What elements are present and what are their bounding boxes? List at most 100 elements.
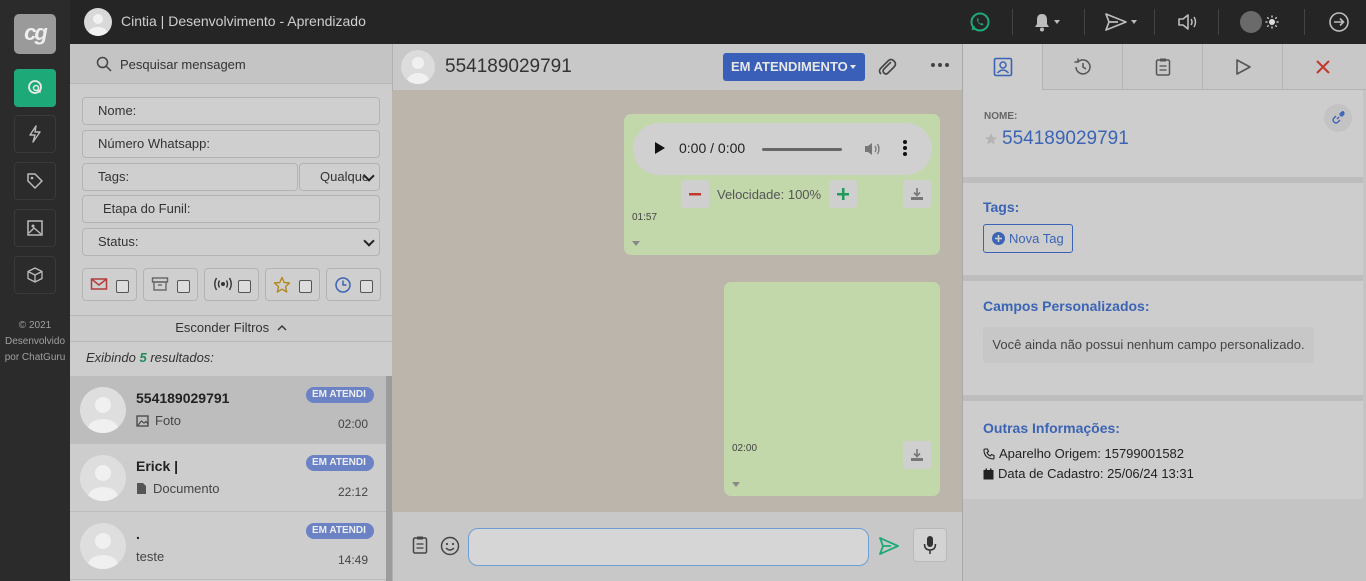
message-search	[70, 44, 392, 84]
send-icon[interactable]	[878, 536, 900, 556]
search-icon	[96, 56, 112, 72]
sun-icon	[1265, 15, 1279, 29]
message-input[interactable]	[468, 528, 869, 566]
filter-nome[interactable]: Nome:	[82, 97, 380, 125]
audio-time: 0:00 / 0:00	[679, 140, 746, 156]
mail-icon	[90, 278, 108, 290]
plus-circle-icon	[992, 232, 1005, 245]
contact-name: 554189029791	[984, 128, 1129, 150]
whatsapp-button[interactable]	[969, 8, 991, 36]
contact-details-panel: NOME: 554189029791 Tags: Nova Tag Campos…	[962, 44, 1366, 581]
status-badge: EM ATENDI	[306, 455, 374, 471]
tags-mode-select[interactable]: Qualque	[299, 163, 380, 191]
theme-toggle[interactable]	[1240, 8, 1279, 36]
volume-icon[interactable]	[864, 141, 882, 157]
audio-progress[interactable]	[762, 148, 842, 151]
checkbox[interactable]	[299, 280, 312, 293]
new-tag-button[interactable]: Nova Tag	[983, 224, 1073, 253]
hide-filters-toggle[interactable]: Esconder Filtros	[70, 315, 392, 342]
download-button[interactable]	[903, 441, 931, 469]
checkbox[interactable]	[116, 280, 129, 293]
message-area: 0:00 / 0:00 Velocidade: 100% 01:57 02:00	[392, 90, 962, 512]
filter-archived-chip[interactable]	[143, 268, 198, 301]
user-avatar[interactable]	[84, 8, 112, 36]
speed-decrease-button[interactable]	[681, 180, 709, 208]
attendance-status-button[interactable]: EM ATENDIMENTO	[723, 53, 865, 81]
chat-list-item[interactable]: Erick | Documento EM ATENDI 22:12	[70, 444, 386, 512]
microphone-icon	[923, 536, 937, 554]
star-icon[interactable]	[984, 132, 998, 146]
box-icon	[27, 267, 43, 283]
image-icon	[136, 414, 149, 427]
close-panel-button[interactable]	[1283, 44, 1363, 90]
download-button[interactable]	[903, 180, 931, 208]
filter-favorites-chip[interactable]	[265, 268, 320, 301]
play-icon[interactable]	[655, 142, 665, 154]
history-icon	[1074, 58, 1091, 75]
last-message-text: teste	[136, 549, 165, 564]
contact-name-value[interactable]: 554189029791	[1002, 128, 1129, 150]
results-summary: Exibindo 5 resultados:	[86, 350, 214, 365]
status-badge: EM ATENDI	[306, 387, 374, 403]
message-options-icon[interactable]	[732, 482, 740, 487]
custom-fields-empty: Você ainda não possui nenhum campo perso…	[983, 327, 1314, 363]
chevron-down-icon	[363, 235, 375, 247]
speed-controls: Velocidade: 100%	[681, 180, 858, 208]
contact-avatar	[80, 455, 126, 501]
chevron-up-icon	[277, 325, 287, 331]
sound-button[interactable]	[1176, 8, 1198, 36]
status-select-label: Status:	[98, 234, 139, 249]
filter-tags[interactable]: Tags:	[82, 163, 298, 191]
contact-avatar	[80, 523, 126, 569]
calendar-icon	[983, 468, 994, 479]
speed-increase-button[interactable]	[829, 180, 858, 208]
chat-list-item[interactable]: . teste EM ATENDI 14:49	[70, 512, 386, 580]
minus-icon	[689, 193, 701, 196]
tab-notes[interactable]	[1123, 44, 1203, 90]
filter-scheduled-chip[interactable]	[326, 268, 381, 301]
filter-etapa-funil[interactable]: Etapa do Funil:	[82, 195, 380, 223]
emoji-icon[interactable]	[440, 536, 460, 556]
chat-sidebar: Nome: Número Whatsapp: Tags: Qualque Eta…	[70, 44, 392, 581]
contact-card-icon	[993, 57, 1012, 77]
app-logo[interactable]: cg	[14, 14, 56, 54]
audio-menu-button[interactable]	[903, 140, 907, 156]
tag-icon	[27, 173, 43, 189]
clipboard-icon[interactable]	[412, 535, 428, 555]
paperclip-icon[interactable]	[877, 56, 897, 78]
chat-contact-name: Erick |	[136, 458, 179, 474]
rail-tags-button[interactable]	[14, 162, 56, 200]
status-select[interactable]: Status:	[82, 228, 380, 256]
tab-flows[interactable]	[1203, 44, 1283, 90]
top-bar: Cintia | Desenvolvimento - Aprendizado	[70, 0, 1366, 44]
chat-list-item[interactable]: 554189029791 Foto EM ATENDI 02:00	[70, 376, 386, 444]
speed-label: Velocidade: 100%	[717, 186, 822, 202]
filter-numero-whatsapp[interactable]: Número Whatsapp:	[82, 130, 380, 158]
filter-broadcast-chip[interactable]	[204, 268, 259, 301]
filter-unread-chip[interactable]	[82, 268, 137, 301]
custom-fields-title: Campos Personalizados:	[983, 298, 1150, 314]
rail-chats-button[interactable]	[14, 69, 56, 107]
voice-record-button[interactable]	[913, 528, 947, 562]
message-options-icon[interactable]	[632, 241, 640, 246]
more-options-button[interactable]	[931, 63, 949, 67]
send-menu-button[interactable]	[1104, 8, 1137, 36]
divider	[1218, 9, 1219, 35]
rail-automation-button[interactable]	[14, 115, 56, 153]
notifications-button[interactable]	[1033, 8, 1060, 36]
copy-link-button[interactable]	[1324, 104, 1352, 132]
checkbox[interactable]	[177, 280, 190, 293]
search-input[interactable]	[120, 44, 390, 84]
logout-button[interactable]	[1328, 8, 1350, 36]
checkbox[interactable]	[360, 280, 373, 293]
rail-products-button[interactable]	[14, 256, 56, 294]
tab-history[interactable]	[1043, 44, 1123, 90]
checkbox[interactable]	[238, 280, 251, 293]
created-date: Data de Cadastro: 25/06/24 13:31	[983, 466, 1194, 481]
chat-search-icon	[28, 80, 42, 94]
contact-avatar[interactable]	[401, 50, 435, 84]
tab-contact[interactable]	[963, 44, 1043, 90]
rail-media-button[interactable]	[14, 209, 56, 247]
hide-filters-label: Esconder Filtros	[175, 320, 270, 335]
audio-player[interactable]: 0:00 / 0:00	[633, 123, 932, 175]
